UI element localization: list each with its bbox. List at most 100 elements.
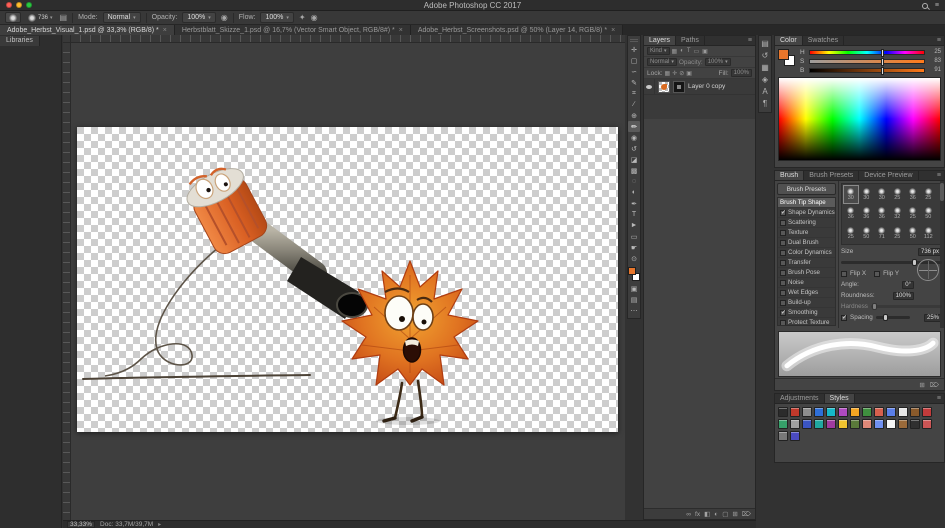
checkbox[interactable]: ✓ [780, 250, 786, 256]
blend-mode-select[interactable]: Normal ▾ [647, 58, 677, 66]
layer-name[interactable]: Layer 0 copy [688, 83, 725, 90]
panel-tab[interactable]: Styles [825, 394, 855, 403]
screen-mode-icon[interactable]: ▤ [628, 294, 640, 305]
adjustment-layer-icon[interactable]: ◐ [714, 511, 718, 518]
dodge-tool[interactable]: ◐ [628, 187, 640, 198]
filter-smart-objects-icon[interactable]: ▣ [702, 48, 708, 55]
canvas-document[interactable] [77, 127, 618, 432]
brush-option-item[interactable]: ✓ Wet Edges [778, 288, 835, 298]
checkbox[interactable]: ✓ [780, 240, 786, 246]
brush-tip[interactable]: 25 [843, 224, 859, 243]
brush-option-item[interactable]: ✓ Scattering [778, 218, 835, 228]
brush-option-item[interactable]: ✓ Transfer [778, 258, 835, 268]
brush-option-item[interactable]: ✓ Texture [778, 228, 835, 238]
lock-transparency-icon[interactable]: ▦ [665, 70, 671, 77]
brush-tip-shape-item[interactable]: Brush Tip Shape [778, 198, 835, 208]
layer-style-icon[interactable]: fx [695, 511, 700, 518]
libraries-panel-icon[interactable]: ▦ [761, 64, 769, 72]
eraser-tool[interactable]: ◪ [628, 154, 640, 165]
slider-handle[interactable] [881, 49, 884, 57]
filter-adjustment-layers-icon[interactable]: ◐ [680, 48, 684, 55]
brush-option-item[interactable]: ✓ Smoothing [778, 308, 835, 318]
color-slider[interactable] [809, 59, 925, 64]
character-panel-icon[interactable]: A [762, 88, 767, 96]
checkbox[interactable]: ✓ [780, 220, 786, 226]
pen-pressure-size-icon[interactable]: ◉ [311, 13, 318, 22]
style-swatch[interactable] [898, 407, 908, 417]
quick-selection-tool[interactable]: ✎ [628, 77, 640, 88]
brush-panel-menu-icon[interactable]: ≡ [937, 171, 941, 181]
layer-opacity-select[interactable]: 100% ▾ [705, 58, 731, 66]
mode-select[interactable]: Normal ▾ [103, 12, 141, 23]
document-tab[interactable]: Adobe_Herbst_Screenshots.psd @ 50% (Laye… [411, 25, 623, 35]
flow-select[interactable]: 100% ▾ [260, 12, 293, 23]
checkbox[interactable]: ✓ [780, 280, 786, 286]
color-slider[interactable] [809, 68, 925, 73]
brush-preset-picker[interactable]: 736 ▾ [26, 12, 55, 24]
gradient-tool[interactable]: ▩ [628, 165, 640, 176]
lock-all-icon[interactable]: ▣ [686, 70, 692, 77]
ruler-origin[interactable] [63, 35, 71, 43]
tab-libraries[interactable]: Libraries [0, 36, 40, 46]
style-swatch[interactable] [898, 419, 908, 429]
style-swatch[interactable] [778, 407, 788, 417]
flip-x-checkbox[interactable]: ✓ [841, 271, 847, 277]
info-panel-icon[interactable]: ◈ [762, 76, 768, 84]
history-brush-tool[interactable]: ↺ [628, 143, 640, 154]
paragraph-panel-icon[interactable]: ¶ [763, 100, 767, 108]
style-swatch[interactable] [922, 419, 932, 429]
style-swatch[interactable] [826, 407, 836, 417]
style-swatch[interactable] [802, 407, 812, 417]
angle-roundness-control[interactable] [917, 259, 939, 281]
style-swatch[interactable] [922, 407, 932, 417]
slider-value[interactable]: 25 [928, 49, 941, 55]
style-swatch[interactable] [874, 407, 884, 417]
brush-tip[interactable]: 50 [905, 224, 921, 243]
brush-tip[interactable]: 36 [874, 204, 890, 223]
checkbox[interactable]: ✓ [780, 230, 786, 236]
zoom-window-button[interactable] [26, 2, 32, 8]
close-tab-icon[interactable]: × [163, 27, 167, 34]
layers-panel-menu-icon[interactable]: ≡ [748, 36, 752, 46]
brush-tip[interactable]: 71 [874, 224, 890, 243]
panel-tab[interactable]: Brush [775, 171, 804, 180]
delete-brush-icon[interactable]: ⌦ [930, 381, 939, 389]
panel-tab[interactable]: Paths [676, 36, 705, 45]
foreground-color-swatch[interactable] [778, 49, 789, 60]
checkbox[interactable]: ✓ [780, 260, 786, 266]
brush-tip[interactable]: 50 [921, 204, 937, 223]
new-layer-icon[interactable]: ⊞ [732, 510, 737, 518]
slider-value[interactable]: 91 [928, 67, 941, 73]
checkbox[interactable]: ✓ [780, 320, 786, 326]
style-swatch[interactable] [850, 419, 860, 429]
style-swatch[interactable] [778, 419, 788, 429]
brush-tip[interactable]: 25 [905, 204, 921, 223]
minimize-window-button[interactable] [16, 2, 22, 8]
layer-mask-icon[interactable]: ◧ [704, 510, 710, 518]
checkbox[interactable]: ✓ [780, 300, 786, 306]
brush-tip[interactable]: 36 [859, 204, 875, 223]
close-window-button[interactable] [6, 2, 12, 8]
spacing-slider[interactable] [876, 316, 910, 319]
color-spectrum-picker[interactable] [778, 77, 941, 161]
style-swatch[interactable] [862, 419, 872, 429]
style-swatch[interactable] [826, 419, 836, 429]
hardness-slider[interactable] [871, 305, 942, 308]
styles-panel-menu-icon[interactable]: ≡ [937, 394, 941, 404]
brush-tip[interactable]: 25 [890, 185, 906, 204]
opacity-select[interactable]: 100% ▾ [182, 12, 215, 23]
slider-handle[interactable] [881, 67, 884, 75]
flip-y-checkbox[interactable]: ✓ [874, 271, 880, 277]
style-swatch[interactable] [838, 419, 848, 429]
document-tab[interactable]: Adobe_Herbst_Visual_1.psd @ 33,3% (RGB/8… [0, 25, 175, 35]
type-tool[interactable]: T [628, 209, 640, 220]
brush-tip[interactable]: 30 [859, 185, 875, 204]
style-swatch[interactable] [886, 407, 896, 417]
color-slider[interactable] [809, 50, 925, 55]
brush-tip[interactable]: 32 [890, 204, 906, 223]
brush-tool[interactable]: ✏ [628, 121, 640, 132]
style-swatch[interactable] [838, 407, 848, 417]
style-swatch[interactable] [886, 419, 896, 429]
fill-select[interactable]: 100% [731, 69, 752, 77]
style-swatch[interactable] [790, 419, 800, 429]
